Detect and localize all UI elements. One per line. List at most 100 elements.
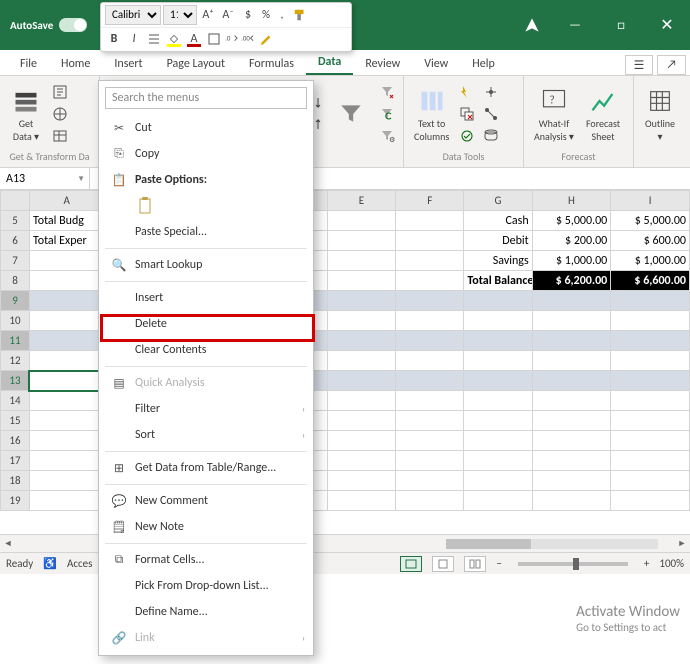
cell[interactable] [396,311,464,331]
from-text-icon[interactable] [50,82,70,102]
bold-button[interactable]: B [105,30,123,48]
col-header-I[interactable]: I [611,191,690,211]
cell[interactable] [532,491,611,511]
cell[interactable] [464,311,532,331]
font-size-select[interactable]: 11 [163,5,197,25]
cell[interactable] [29,491,103,511]
row-header[interactable]: 17 [1,451,30,471]
decrease-decimal-icon[interactable]: .00 [241,30,255,48]
borders-button[interactable] [205,30,223,48]
cell[interactable] [611,471,690,491]
cell[interactable] [464,371,532,391]
row-header[interactable]: 12 [1,351,30,371]
accounting-format-icon[interactable]: $ [239,6,257,24]
cell[interactable] [611,451,690,471]
cell[interactable] [29,371,103,391]
cell[interactable] [327,251,395,271]
menu-insert[interactable]: Insert [99,285,313,311]
tab-formulas[interactable]: Formulas [237,53,306,75]
cell[interactable] [29,251,103,271]
cell[interactable] [396,471,464,491]
cell[interactable] [29,431,103,451]
cell[interactable] [611,351,690,371]
cell[interactable]: $ 1,000.00 [532,251,611,271]
cell[interactable] [396,411,464,431]
from-web-icon[interactable] [50,104,70,124]
row-header[interactable]: 13 [1,371,30,391]
menu-format-cells[interactable]: ⧉ Format Cells... [99,547,313,573]
row-header[interactable]: 11 [1,331,30,351]
cell[interactable] [464,351,532,371]
decrease-font-icon[interactable]: A⁻ [219,6,237,24]
col-header-A[interactable]: A [29,191,103,211]
whatif-button[interactable]: ? What-If Analysis ▾ [530,83,578,145]
tab-file[interactable]: File [8,53,49,75]
cell[interactable] [29,311,103,331]
cell[interactable] [464,451,532,471]
cell[interactable] [464,291,532,311]
row-header[interactable]: 10 [1,311,30,331]
format-brush-icon[interactable] [257,30,275,48]
cell[interactable] [327,471,395,491]
autosave-toggle[interactable] [59,18,87,32]
menu-paste-default[interactable] [99,193,313,219]
remove-dup-icon[interactable] [457,104,477,124]
advanced-icon[interactable]: ⚙ [377,126,397,146]
cell[interactable] [396,331,464,351]
minimize-button[interactable]: — [552,0,598,50]
cell[interactable] [327,231,395,251]
italic-button[interactable]: I [125,30,143,48]
cell[interactable] [29,271,103,291]
cell[interactable] [611,411,690,431]
clear-filter-icon[interactable] [377,82,397,102]
cell[interactable] [29,291,103,311]
cell[interactable] [327,411,395,431]
cell[interactable] [396,291,464,311]
cell[interactable] [327,431,395,451]
increase-font-icon[interactable]: A⁺ [199,6,217,24]
cell[interactable] [327,331,395,351]
comma-format-icon[interactable]: , [275,6,289,24]
cell[interactable] [611,491,690,511]
cell[interactable] [532,431,611,451]
row-header[interactable]: 5 [1,211,30,231]
cell[interactable] [396,451,464,471]
cell[interactable]: $ 5,000.00 [532,211,611,231]
menu-pick-list[interactable]: Pick From Drop-down List... [99,573,313,599]
cell[interactable]: $ 6,200.00 [532,271,611,291]
cell[interactable]: Savings [464,251,532,271]
format-painter-icon[interactable] [291,6,309,24]
maximize-button[interactable]: □ [598,0,644,50]
menu-smart-lookup[interactable]: 🔍 Smart Lookup [99,252,313,278]
cell[interactable] [396,231,464,251]
cell[interactable] [327,271,395,291]
menu-cut[interactable]: ✂ Cut [99,115,313,141]
cell[interactable] [532,391,611,411]
accessibility-icon[interactable]: ♿ [43,557,57,570]
forecast-sheet-button[interactable]: Forecast Sheet [582,83,624,145]
row-header[interactable]: 18 [1,471,30,491]
menu-filter[interactable]: Filter › [99,396,313,422]
cell[interactable] [464,471,532,491]
cell[interactable] [396,211,464,231]
cell[interactable]: Total Budg [29,211,103,231]
cell[interactable]: Debit [464,231,532,251]
cell[interactable] [611,291,690,311]
cell[interactable] [532,291,611,311]
comments-button[interactable]: ☰ [625,55,654,75]
text-to-columns-button[interactable]: Text to Columns [410,83,453,145]
menu-copy[interactable]: ⎘ Copy [99,141,313,167]
cell[interactable] [327,311,395,331]
page-break-view-button[interactable] [464,556,486,572]
row-header[interactable]: 7 [1,251,30,271]
outline-button[interactable]: Outline ▾ [640,83,680,145]
cell[interactable] [464,331,532,351]
menu-define-name[interactable]: Define Name... [99,599,313,625]
from-table-icon[interactable] [50,126,70,146]
cell[interactable] [396,431,464,451]
menu-new-comment[interactable]: 💬 New Comment [99,488,313,514]
cell[interactable] [396,251,464,271]
cell[interactable] [532,331,611,351]
col-header-E[interactable]: E [327,191,395,211]
font-color-button[interactable]: A [185,30,203,48]
